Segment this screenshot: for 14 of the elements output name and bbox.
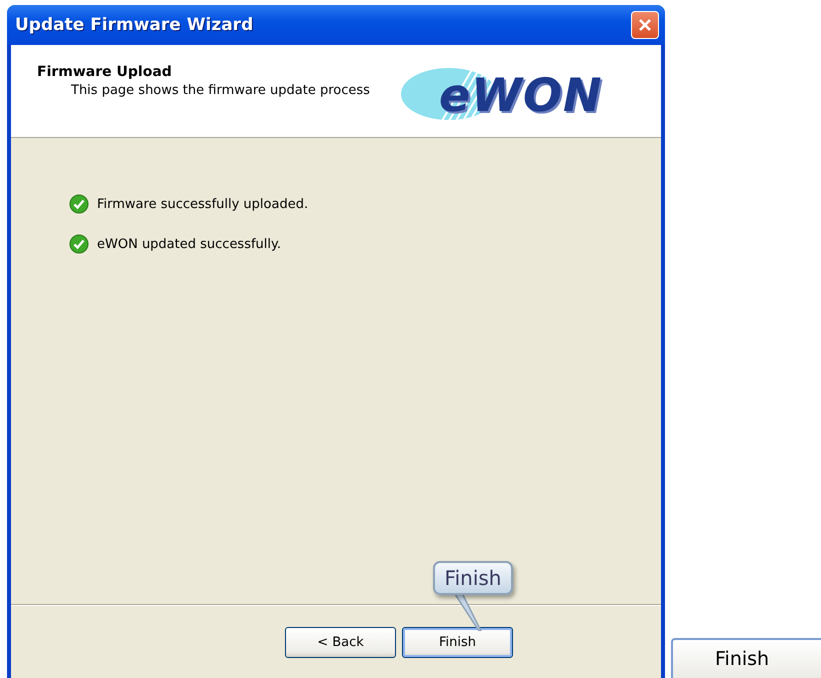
close-icon [637, 17, 653, 33]
close-button[interactable] [631, 11, 659, 39]
logo: eWON [399, 66, 631, 124]
status-message: eWON updated successfully. [97, 236, 281, 252]
success-check-icon [69, 234, 89, 254]
window-title: Update Firmware Wizard [15, 15, 254, 35]
page-subtitle: This page shows the firmware update process [70, 83, 370, 98]
wizard-button[interactable]: < Back [285, 627, 396, 658]
callout-label: Finish [433, 561, 513, 595]
finish-button-closeup[interactable]: Finish [671, 638, 821, 678]
status-message: Firmware successfully uploaded. [97, 196, 308, 212]
wizard-button[interactable]: Finish [402, 627, 513, 658]
page-title: Firmware Upload [37, 64, 173, 80]
success-check-icon [69, 194, 89, 214]
